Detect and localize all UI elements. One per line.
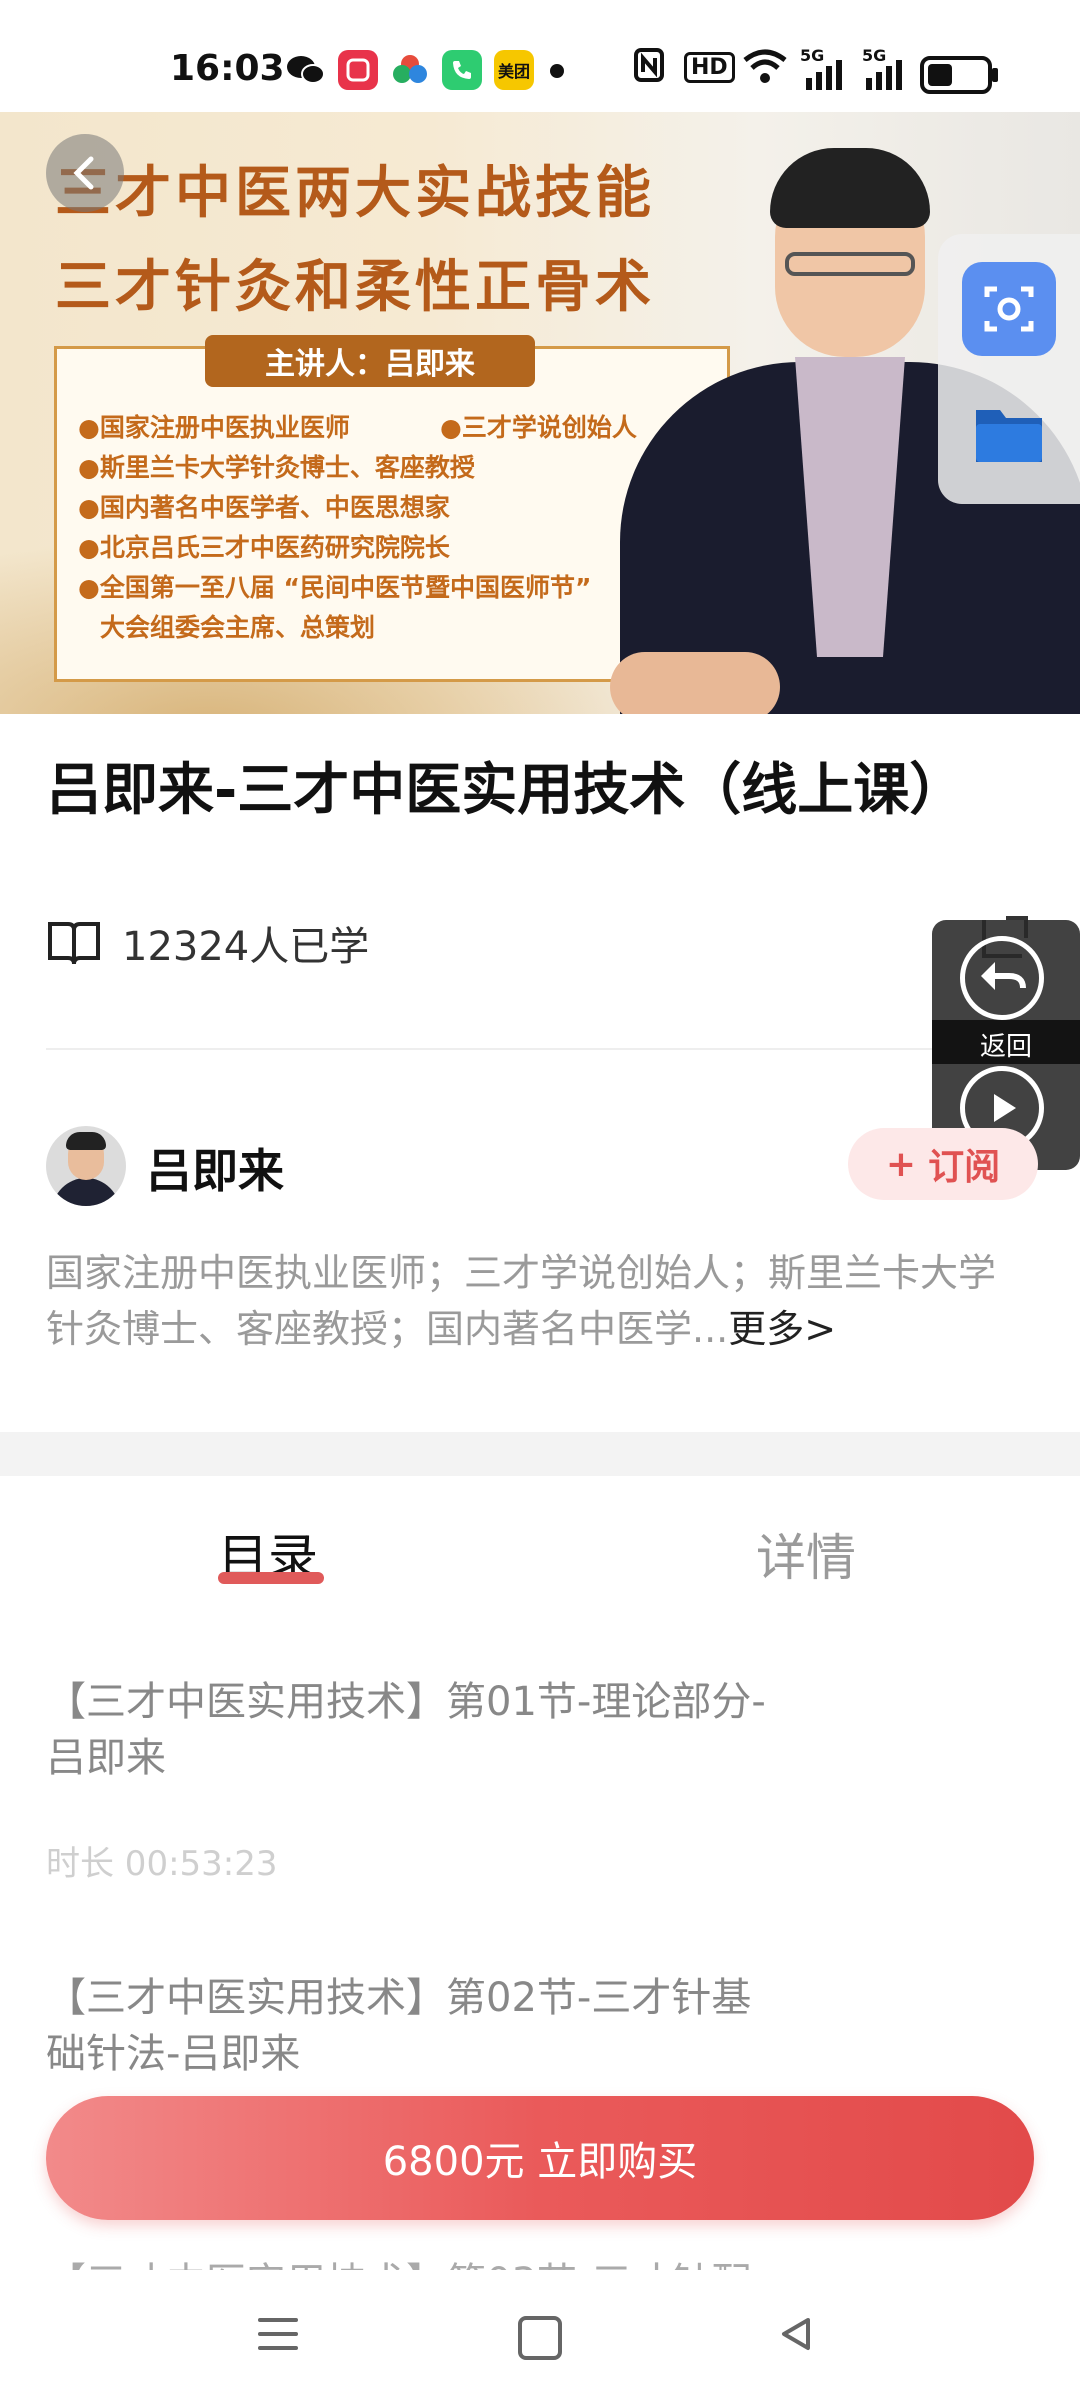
teacher-description: 国家注册中医执业医师；三才学说创始人；斯里兰卡大学针灸博士、客座教授；国内著名中… [46,1245,1026,1357]
status-bar [0,0,1080,112]
return-label: 返回 [979,1032,1032,1062]
divider [46,1048,1040,1050]
play-icon [994,1094,1016,1122]
plus-icon: + [885,1143,917,1185]
more-link[interactable]: 更多> [728,1307,836,1351]
phone-icon [442,50,482,90]
lesson-item-title[interactable]: 【三才中医实用技术】第02节-三才针基础针法-吕即来 [46,1970,766,2082]
folder-icon [976,410,1042,462]
back-button[interactable] [46,134,124,212]
battery-icon [920,56,998,94]
active-tab-indicator [218,1572,324,1584]
buy-now-button[interactable]: 6800元 立即购买 [46,2096,1034,2220]
subscribe-label: 订阅 [928,1147,1001,1188]
meituan-icon: 美团 [494,50,534,90]
notification-dot [550,64,564,78]
triangle-back-icon [782,2318,810,2350]
wifi-icon [742,48,788,92]
banner-speaker: 主讲人：吕即来 [205,335,535,387]
recent-apps-button[interactable] [258,2318,298,2360]
signal-bars-icon [806,60,848,94]
signal-bars-icon [866,60,908,94]
book-icon [48,922,100,965]
subscribe-button[interactable]: + 订阅 [848,1128,1038,1200]
return-button[interactable] [960,936,1044,1020]
folder-button[interactable] [972,400,1046,466]
teacher-name[interactable]: 吕即来 [146,1135,284,1201]
banner-bullet: 大会组委会主席、总策划 [100,613,376,642]
wechat-icon [286,50,326,90]
app-icon [338,50,378,90]
screenshot-icon [984,286,1034,332]
banner-bullet: ●国内著名中医学者、中医思想家 [78,493,450,522]
hd-icon: HD [684,52,735,83]
photos-icon [390,50,430,90]
nfc-icon [634,48,664,90]
learners-row: 12324人已学 [46,908,369,978]
banner-bullet: ●斯里兰卡大学针灸博士、客座教授 [78,453,475,482]
screenshot-button[interactable] [962,262,1056,356]
banner-bullet: ●全国第一至八届 “民间中医节暨中国医师节” [78,573,592,602]
lesson-duration: 时长 00:53:23 [46,1844,278,1884]
arrow-left-icon [73,156,94,190]
learners-count: 12324人已学 [122,924,370,970]
undo-icon [981,962,1026,990]
lesson-item-title[interactable]: 【三才中医实用技术】第01节-理论部分-吕即来 [46,1674,766,1786]
tab-detail[interactable]: 详情 [756,1518,856,1590]
status-time: 16:03 [170,48,285,89]
section-separator [0,1432,1080,1476]
home-button[interactable] [518,2316,562,2360]
banner-bullet: ●北京吕氏三才中医药研究院院长 [78,533,450,562]
system-back-button[interactable] [776,2314,816,2358]
teacher-description-text: 国家注册中医执业医师；三才学说创始人；斯里兰卡大学针灸博士、客座教授；国内著名中… [46,1251,997,1351]
course-title: 吕即来-三才中医实用技术（线上课） [46,758,966,823]
banner-bullet: ●国家注册中医执业医师 [78,413,350,442]
teacher-avatar[interactable] [46,1126,126,1206]
